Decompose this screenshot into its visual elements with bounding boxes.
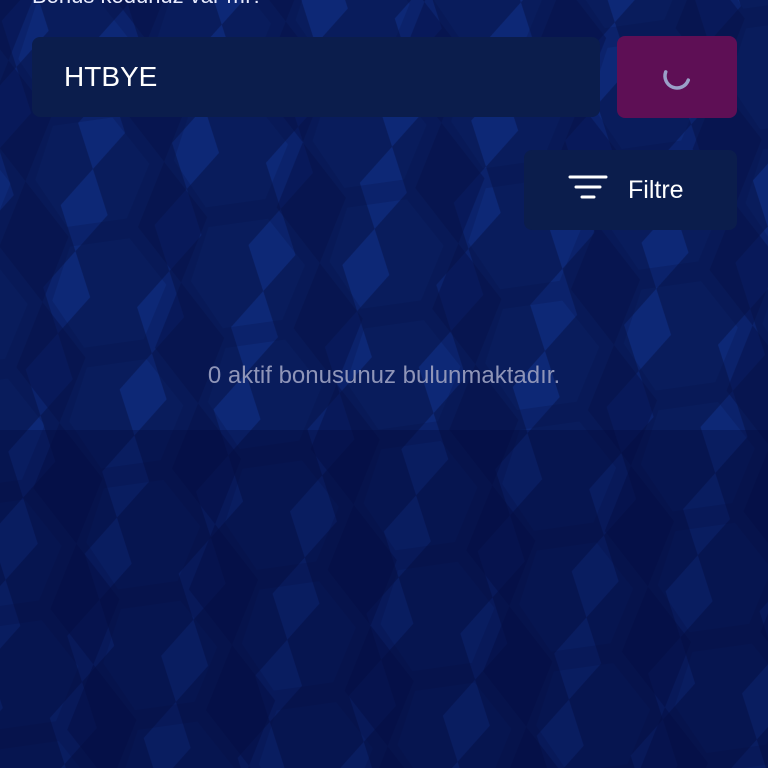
filter-label: Filtre — [628, 175, 684, 204]
filter-button[interactable]: Filtre — [524, 150, 737, 230]
bonus-code-input[interactable] — [32, 37, 600, 117]
bonus-code-question-label: Bonus kodunuz var mı? — [32, 0, 263, 8]
spinner-icon — [657, 56, 697, 99]
empty-bonus-message: 0 aktif bonusunuz bulunmaktadır. — [207, 362, 561, 389]
submit-bonus-code-button[interactable] — [617, 36, 737, 118]
filter-icon — [568, 173, 608, 208]
